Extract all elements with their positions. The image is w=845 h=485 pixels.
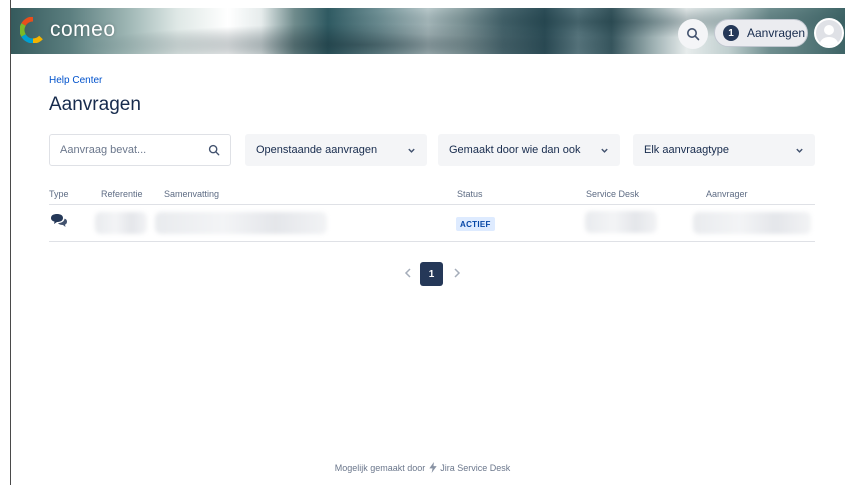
requests-count-badge: 1 bbox=[723, 25, 739, 41]
footer: Mogelijk gemaakt door Jira Service Desk bbox=[0, 462, 845, 473]
column-header-type: Type bbox=[49, 189, 69, 199]
footer-powered-by: Mogelijk gemaakt door bbox=[334, 462, 426, 473]
creator-filter-select[interactable]: Gemaakt door wie dan ook bbox=[438, 134, 620, 166]
jira-service-desk-link[interactable]: Jira Service Desk bbox=[428, 462, 510, 473]
request-type-filter-select[interactable]: Elk aanvraagtype bbox=[633, 134, 815, 166]
footer-product-name: Jira Service Desk bbox=[440, 462, 511, 473]
window-frame-edge bbox=[10, 0, 11, 485]
user-avatar-icon bbox=[820, 25, 838, 46]
search-icon bbox=[687, 28, 700, 41]
comeo-logo[interactable]: comeo bbox=[20, 15, 116, 45]
status-filter-value: Openstaande aanvragen bbox=[256, 144, 378, 156]
pagination-next-button[interactable] bbox=[450, 264, 464, 282]
logo-text: comeo bbox=[50, 18, 116, 41]
redacted-requester bbox=[693, 212, 811, 234]
table-row-divider bbox=[49, 241, 815, 242]
pagination-previous-button[interactable] bbox=[401, 264, 415, 282]
user-avatar-button[interactable] bbox=[814, 18, 844, 48]
redacted-reference bbox=[95, 212, 147, 234]
redacted-service-desk bbox=[585, 211, 657, 233]
requests-label: Aanvragen bbox=[747, 26, 806, 40]
requests-button[interactable]: 1 Aanvragen bbox=[714, 19, 808, 47]
creator-filter-value: Gemaakt door wie dan ook bbox=[449, 144, 581, 156]
chevron-down-icon bbox=[796, 148, 803, 153]
status-badge: ACTIEF bbox=[456, 217, 495, 231]
chevron-right-icon bbox=[454, 268, 461, 278]
comeo-logo-mark-icon bbox=[20, 17, 43, 43]
column-header-reference: Referentie bbox=[101, 189, 143, 199]
breadcrumb-help-center[interactable]: Help Center bbox=[49, 75, 102, 86]
page-title: Aanvragen bbox=[49, 94, 141, 115]
column-header-status: Status bbox=[457, 189, 483, 199]
search-placeholder: Aanvraag bevat... bbox=[60, 144, 147, 156]
speech-bubbles-icon bbox=[51, 214, 67, 227]
request-search-input[interactable]: Aanvraag bevat... bbox=[49, 134, 231, 166]
chevron-down-icon bbox=[408, 148, 415, 153]
search-icon bbox=[208, 144, 220, 156]
lightning-bolt-icon bbox=[429, 462, 437, 473]
request-type-filter-value: Elk aanvraagtype bbox=[644, 144, 729, 156]
chevron-down-icon bbox=[601, 148, 608, 153]
column-header-requester: Aanvrager bbox=[706, 189, 748, 199]
column-header-service-desk: Service Desk bbox=[586, 189, 640, 199]
chevron-left-icon bbox=[404, 268, 411, 278]
redacted-summary bbox=[155, 212, 327, 234]
header-search-button[interactable] bbox=[678, 19, 708, 49]
table-row[interactable]: ACTIEF bbox=[49, 205, 815, 241]
column-header-summary: Samenvatting bbox=[164, 189, 220, 199]
status-filter-select[interactable]: Openstaande aanvragen bbox=[245, 134, 427, 166]
pagination-page-current[interactable]: 1 bbox=[420, 262, 443, 286]
